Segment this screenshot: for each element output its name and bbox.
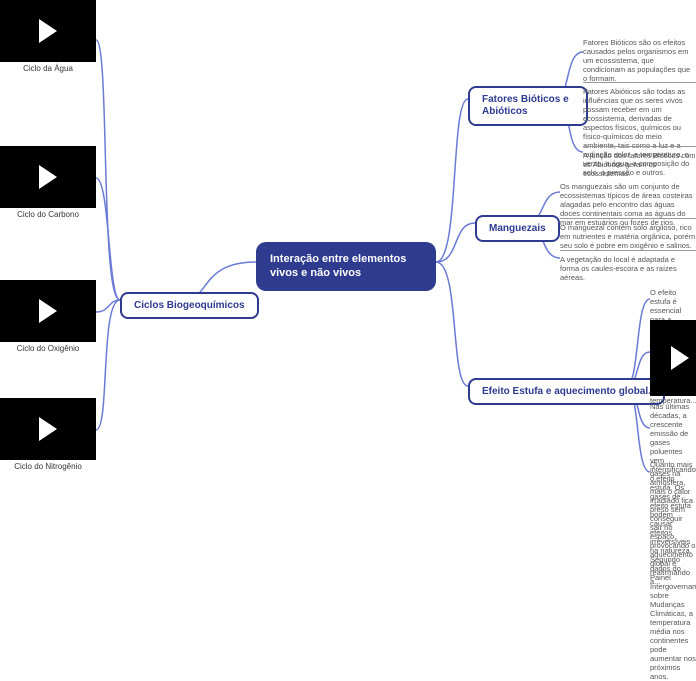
branch-fatores-label: Fatores Bióticos e Abióticos — [482, 94, 569, 117]
video-agua-caption: Ciclo da Água — [0, 64, 96, 73]
video-oxigenio[interactable]: Ciclo do Oxigênio — [0, 280, 96, 353]
video-carbono[interactable]: Ciclo do Carbono — [0, 146, 96, 219]
text-manguezais-3: A vegetação do local é adaptada e forma … — [560, 250, 696, 282]
video-oxigenio-thumb[interactable] — [0, 280, 96, 342]
text-manguezais-2: O manguezal contém solo argiloso, rico e… — [560, 218, 696, 250]
video-nitrogenio-thumb[interactable] — [0, 398, 96, 460]
text-juncao: A junção dos fatores Bióticos com os Abi… — [583, 146, 696, 178]
text-fatores-bioticos: Fatores Bióticos são os efeitos causados… — [583, 38, 696, 83]
play-icon — [39, 417, 57, 441]
video-efeito[interactable] — [650, 320, 696, 396]
video-carbono-thumb[interactable] — [0, 146, 96, 208]
play-icon — [39, 299, 57, 323]
central-title: Interação entre elementos vivos e não vi… — [270, 253, 406, 279]
central-topic[interactable]: Interação entre elementos vivos e não vi… — [256, 242, 436, 291]
video-nitrogenio-caption: Ciclo do Nitrogênio — [0, 462, 96, 471]
branch-fatores[interactable]: Fatores Bióticos e Abióticos — [468, 86, 588, 126]
video-nitrogenio[interactable]: Ciclo do Nitrogênio — [0, 398, 96, 471]
video-oxigenio-caption: Ciclo do Oxigênio — [0, 344, 96, 353]
branch-efeito-label: Efeito Estufa e aquecimento global. — [482, 386, 651, 397]
play-icon — [39, 19, 57, 43]
video-agua[interactable]: Ciclo da Água — [0, 0, 96, 73]
video-carbono-caption: Ciclo do Carbono — [0, 210, 96, 219]
branch-ciclos[interactable]: Ciclos Biogeoquímicos — [120, 292, 259, 319]
branch-manguezais-label: Manguezais — [489, 223, 546, 234]
video-agua-thumb[interactable] — [0, 0, 96, 62]
branch-efeito[interactable]: Efeito Estufa e aquecimento global. — [468, 378, 665, 405]
play-icon — [671, 346, 689, 370]
play-icon — [39, 165, 57, 189]
video-efeito-thumb[interactable] — [650, 320, 696, 396]
branch-manguezais[interactable]: Manguezais — [475, 215, 560, 242]
branch-ciclos-label: Ciclos Biogeoquímicos — [134, 300, 245, 311]
text-efeito-3: Quanto mais gases na atmosfera, mais o c… — [650, 460, 696, 586]
